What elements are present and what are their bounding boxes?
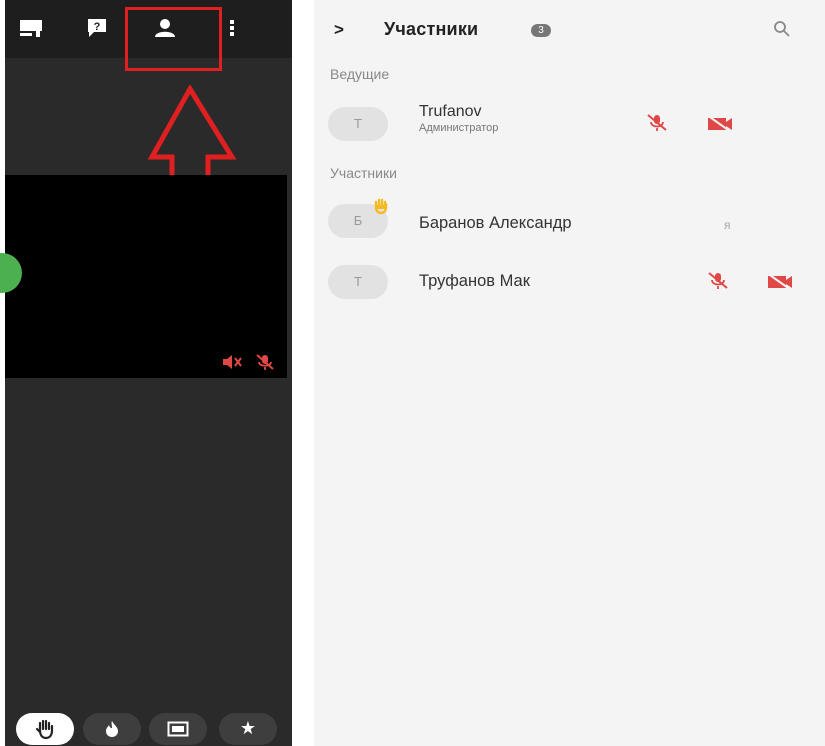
mic-muted-icon [256, 354, 274, 370]
camera-off-icon[interactable] [706, 113, 734, 133]
mic-muted-icon[interactable] [645, 113, 669, 133]
question-button[interactable]: ? [83, 14, 111, 42]
speaker-muted-icon [223, 355, 242, 369]
participant-name: Trufanov [419, 103, 482, 120]
video-tile[interactable] [0, 175, 287, 378]
participants-panel: > Участники 3 Ведущие Т Trufanov Админис… [314, 0, 825, 746]
question-mark: ? [94, 21, 101, 33]
participant-row[interactable]: Т Trufanov Администратор [314, 103, 825, 153]
favorites-button[interactable]: ★ [219, 713, 277, 745]
participant-name: Труфанов Мак [419, 272, 530, 290]
fire-icon [106, 721, 118, 737]
participant-row[interactable]: Б Баранов Александр я [314, 198, 825, 250]
search-icon[interactable] [773, 20, 791, 38]
collapse-chevron[interactable]: > [334, 20, 344, 40]
highlight-box [125, 7, 222, 71]
raised-hand-icon [374, 198, 388, 215]
raise-hand-button[interactable] [16, 713, 74, 745]
participants-section-label: Участники [330, 165, 397, 181]
video-status-icons [221, 354, 275, 370]
participant-name: Баранов Александр [419, 214, 572, 232]
mic-muted-icon[interactable] [706, 271, 730, 291]
participant-count-badge: 3 [531, 24, 551, 37]
hosts-section-label: Ведущие [330, 66, 390, 82]
panel-title: Участники [384, 19, 479, 39]
screen-icon [167, 721, 189, 737]
bottom-toolbar: ★ [5, 708, 292, 746]
reactions-button[interactable] [83, 713, 141, 745]
avatar: Т [328, 107, 388, 141]
participant-role: Администратор [419, 122, 499, 134]
chat-icon [20, 20, 42, 37]
chat-button[interactable] [17, 14, 45, 42]
participant-row[interactable]: Т Труфанов Мак [314, 261, 825, 311]
avatar: Т [328, 265, 388, 299]
participant-avatar-circle [0, 253, 22, 293]
me-label: я [724, 218, 731, 232]
screen-button[interactable] [149, 713, 207, 745]
hand-icon [35, 719, 54, 740]
star-icon: ★ [239, 718, 257, 739]
conference-pane: ? ★ [0, 0, 292, 746]
camera-off-icon[interactable] [766, 271, 794, 291]
more-vertical-icon [230, 20, 234, 36]
more-button[interactable] [218, 14, 246, 42]
question-icon: ? [88, 19, 106, 37]
